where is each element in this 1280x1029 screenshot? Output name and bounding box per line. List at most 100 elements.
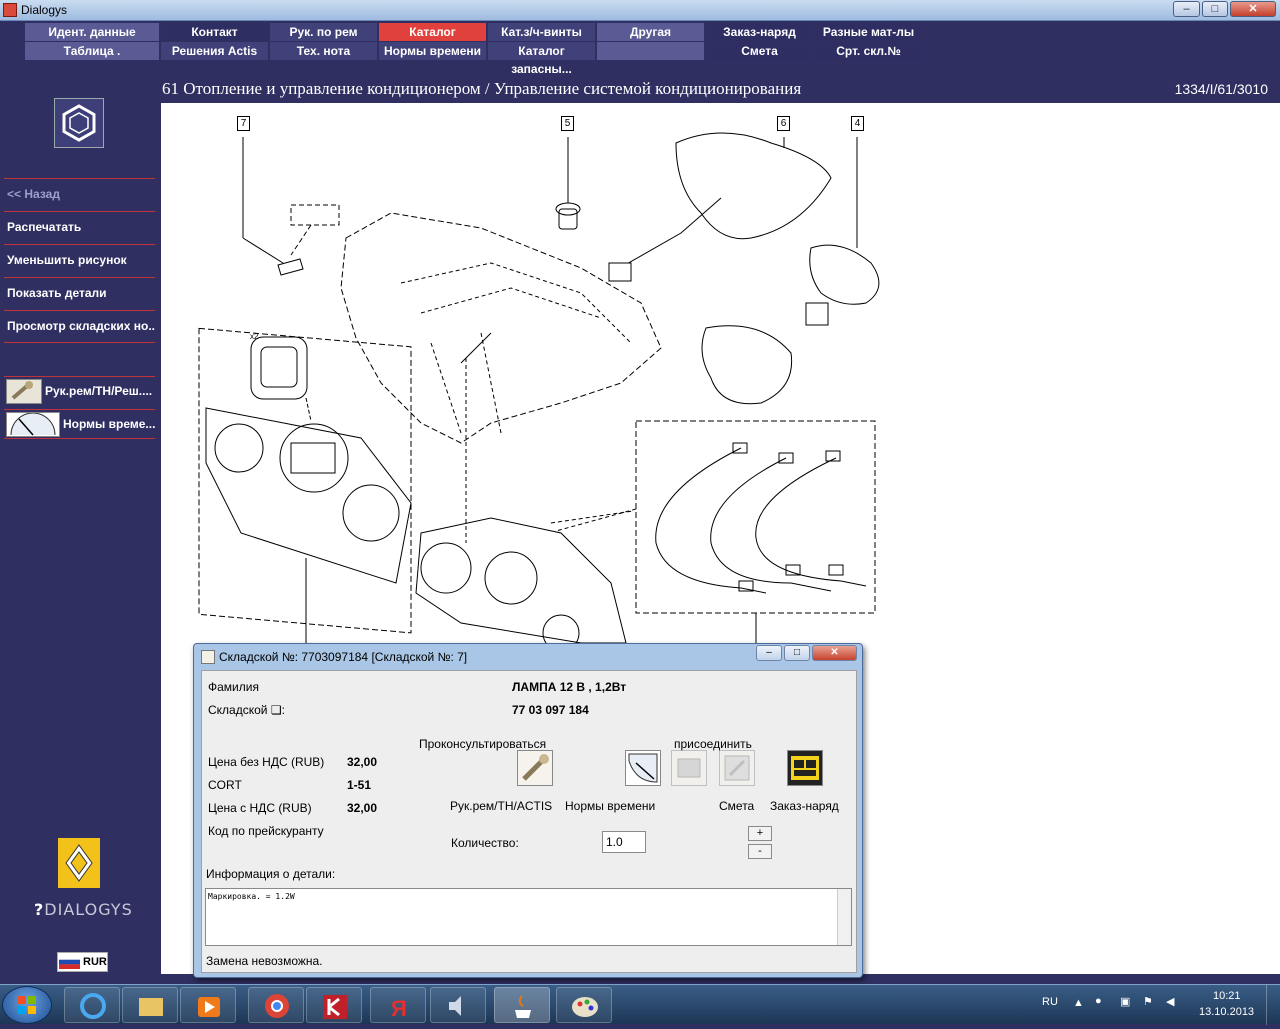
menu-other[interactable]: Другая — [597, 23, 704, 41]
window-title: Dialogys — [21, 3, 68, 17]
family-label: Фамилия — [208, 680, 259, 694]
steam-tray-icon[interactable]: ● — [1095, 995, 1102, 1007]
menu-actis-solutions[interactable]: Решения Actis — [161, 42, 268, 60]
volume-tray-icon[interactable]: ◀ — [1166, 995, 1174, 1008]
part-info-scrollbar[interactable] — [837, 889, 851, 945]
window-titlebar: Dialogys – □ ✕ — [0, 0, 1280, 21]
currency-label: RUR — [83, 956, 107, 968]
repair-manual-button[interactable]: Рук.рем/ТН/Реш.... — [4, 376, 155, 406]
cort-label: CORT — [208, 778, 242, 792]
show-details-button[interactable]: Показать детали — [4, 277, 155, 310]
menu-stock-sort[interactable]: Срт. скл.№ — [815, 42, 922, 60]
work-order-button-label: Заказ-наряд — [770, 799, 839, 813]
media-player-taskbar-button[interactable] — [180, 987, 236, 1023]
windows-logo-icon — [18, 996, 36, 1014]
tray-expand-icon[interactable]: ▲ — [1073, 997, 1084, 1009]
network-tray-icon[interactable]: ▣ — [1120, 995, 1130, 1008]
zoom-out-button[interactable]: Уменьшить рисунок — [4, 244, 155, 277]
part-info-textarea[interactable]: Маркировка. = 1.2W — [205, 888, 852, 946]
currency-selector[interactable]: RUR — [57, 952, 108, 972]
menu-ident-data[interactable]: Идент. данные — [25, 23, 159, 41]
flag-tray-icon[interactable]: ⚑ — [1143, 995, 1153, 1008]
menu-tech-note[interactable]: Тех. нота — [270, 42, 377, 60]
chrome-taskbar-button[interactable] — [248, 987, 304, 1023]
yandex-taskbar-button[interactable]: Я — [370, 987, 426, 1023]
top-menu: Идент. данные Контакт Рук. по рем Катало… — [0, 21, 1280, 76]
callout-7[interactable]: 7 — [237, 116, 250, 131]
windows-taskbar: Я RU ▲ ● ▣ ⚑ ◀ 10:21 13.10.2013 — [0, 984, 1280, 1025]
close-button[interactable]: ✕ — [1230, 1, 1276, 17]
price-net-label: Цена без НДС (RUB) — [208, 755, 325, 769]
part-number-value: 77 03 097 184 — [512, 703, 589, 717]
yandex-icon: Я — [391, 996, 407, 1021]
menu-work-order[interactable]: Заказ-наряд — [706, 23, 813, 41]
java-cup-icon — [201, 650, 215, 664]
quantity-plus-button[interactable]: + — [748, 826, 772, 841]
paint-taskbar-button[interactable] — [556, 987, 612, 1023]
engine-icon — [677, 758, 701, 778]
menu-repair-manual[interactable]: Рук. по рем — [270, 23, 377, 41]
dialogys-brand-text: DIALOGYS — [44, 900, 133, 919]
hexagon-logo-icon — [54, 98, 104, 148]
estimate-button-label: Смета — [719, 799, 755, 813]
explorer-taskbar-button[interactable] — [122, 987, 178, 1023]
show-desktop-button[interactable] — [1266, 985, 1280, 1025]
stock-view-button[interactable]: Просмотр складских но... — [4, 310, 155, 343]
attach-disabled-button-1[interactable] — [671, 750, 707, 786]
consult-label: Проконсультироваться — [419, 737, 547, 751]
labor-times-button[interactable]: Нормы време... — [4, 409, 155, 439]
dialog-close-button[interactable]: ✕ — [812, 645, 857, 661]
back-link[interactable]: << Назад — [4, 178, 155, 211]
folder-icon — [139, 998, 163, 1016]
work-order-icon-button[interactable] — [787, 750, 823, 786]
repair-manual-icon-button[interactable] — [517, 750, 553, 786]
kaspersky-icon — [323, 995, 347, 1019]
gauge-icon — [628, 753, 658, 783]
dialog-minimize-button[interactable]: – — [756, 645, 782, 661]
clock-date[interactable]: 13.10.2013 — [1199, 1006, 1254, 1018]
menu-misc-materials[interactable]: Разные мат-лы — [815, 23, 922, 41]
labor-times-label: Нормы време... — [63, 417, 155, 431]
menu-labor-times[interactable]: Нормы времени — [379, 42, 486, 60]
chrome-icon — [265, 994, 289, 1018]
menu-estimate[interactable]: Смета — [706, 42, 813, 60]
quantity-multiplier-label: x2 — [250, 332, 259, 341]
menu-table[interactable]: Таблица . — [25, 42, 159, 60]
price-code-label: Код по прейскуранту — [208, 824, 324, 838]
dialog-maximize-button[interactable]: □ — [784, 645, 810, 661]
language-indicator[interactable]: RU — [1042, 996, 1058, 1008]
callout-5[interactable]: 5 — [561, 116, 574, 131]
app-icon — [3, 3, 17, 17]
repair-manual-label: Рук.рем/ТН/Реш.... — [45, 384, 153, 398]
ie-taskbar-button[interactable] — [64, 987, 120, 1023]
print-button[interactable]: Распечатать — [4, 211, 155, 244]
dialog-body: Фамилия ЛАМПА 12 В , 1,2Вт Складской ❏: … — [201, 670, 857, 973]
menu-empty — [597, 42, 704, 60]
clock-time[interactable]: 10:21 — [1213, 990, 1241, 1002]
menu-screws-catalog[interactable]: Кат.з/ч-винты — [488, 23, 595, 41]
menu-contact[interactable]: Контакт — [161, 23, 268, 41]
part-info-label: Информация о детали: — [206, 867, 336, 881]
callout-4[interactable]: 4 — [851, 116, 864, 131]
java-taskbar-button[interactable] — [494, 987, 550, 1023]
paint-icon — [572, 997, 598, 1017]
maximize-button[interactable]: □ — [1202, 1, 1228, 17]
menu-parts-catalog[interactable]: Каталог запчастей — [379, 23, 486, 57]
sidebar: << Назад Распечатать Уменьшить рисунок П… — [0, 60, 160, 974]
quantity-minus-button[interactable]: - — [748, 844, 772, 859]
cort-value: 1-51 — [347, 778, 372, 792]
price-vat-label: Цена с НДС (RUB) — [208, 801, 312, 815]
callout-6[interactable]: 6 — [777, 116, 790, 131]
estimate-icon-button[interactable] — [719, 750, 755, 786]
quantity-input[interactable]: 1.0 — [602, 831, 646, 853]
labor-times-icon-button[interactable] — [625, 750, 661, 786]
ie-icon — [80, 993, 106, 1019]
minimize-button[interactable]: – — [1173, 1, 1200, 17]
price-vat-value: 32,00 — [347, 801, 378, 815]
start-button[interactable] — [2, 986, 52, 1024]
menu-spare-catalog[interactable]: Каталог запасны... — [488, 42, 595, 76]
sound-taskbar-button[interactable] — [430, 987, 486, 1023]
kaspersky-taskbar-button[interactable] — [306, 987, 362, 1023]
page-title: 61 Отопление и управление кондиционером … — [162, 79, 802, 98]
gauge-icon — [6, 412, 60, 437]
